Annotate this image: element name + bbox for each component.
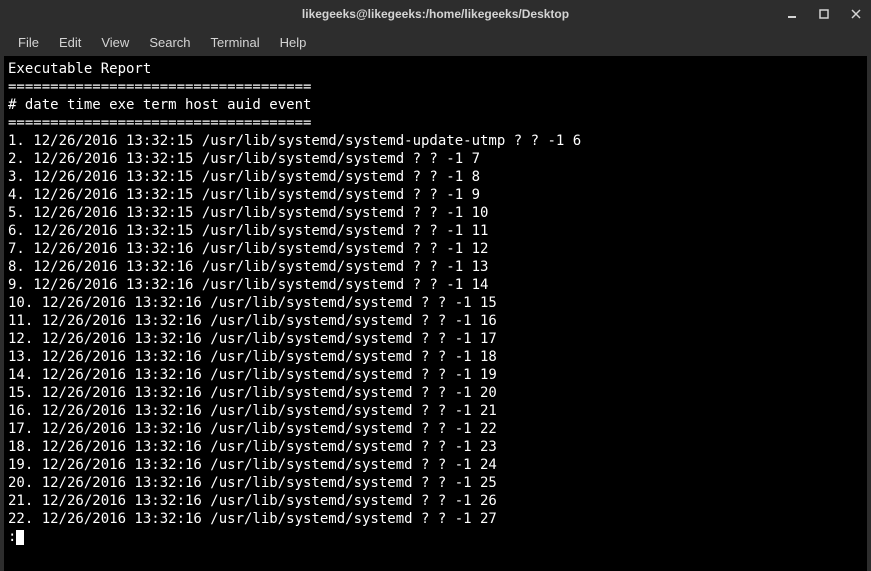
terminal-output[interactable]: Executable Report ======================…	[4, 56, 867, 571]
cursor	[16, 530, 24, 545]
minimize-icon	[787, 9, 797, 19]
menu-help[interactable]: Help	[270, 31, 317, 54]
minimize-button[interactable]	[785, 7, 799, 21]
window-title: likegeeks@likegeeks:/home/likegeeks/Desk…	[302, 7, 569, 21]
maximize-button[interactable]	[817, 7, 831, 21]
menu-edit[interactable]: Edit	[49, 31, 91, 54]
menubar: File Edit View Search Terminal Help	[0, 28, 871, 56]
close-icon	[851, 9, 861, 19]
menu-view[interactable]: View	[91, 31, 139, 54]
menu-file[interactable]: File	[8, 31, 49, 54]
menu-search[interactable]: Search	[139, 31, 200, 54]
maximize-icon	[819, 9, 829, 19]
menu-terminal[interactable]: Terminal	[201, 31, 270, 54]
close-button[interactable]	[849, 7, 863, 21]
window-controls	[785, 7, 863, 21]
titlebar: likegeeks@likegeeks:/home/likegeeks/Desk…	[0, 0, 871, 28]
